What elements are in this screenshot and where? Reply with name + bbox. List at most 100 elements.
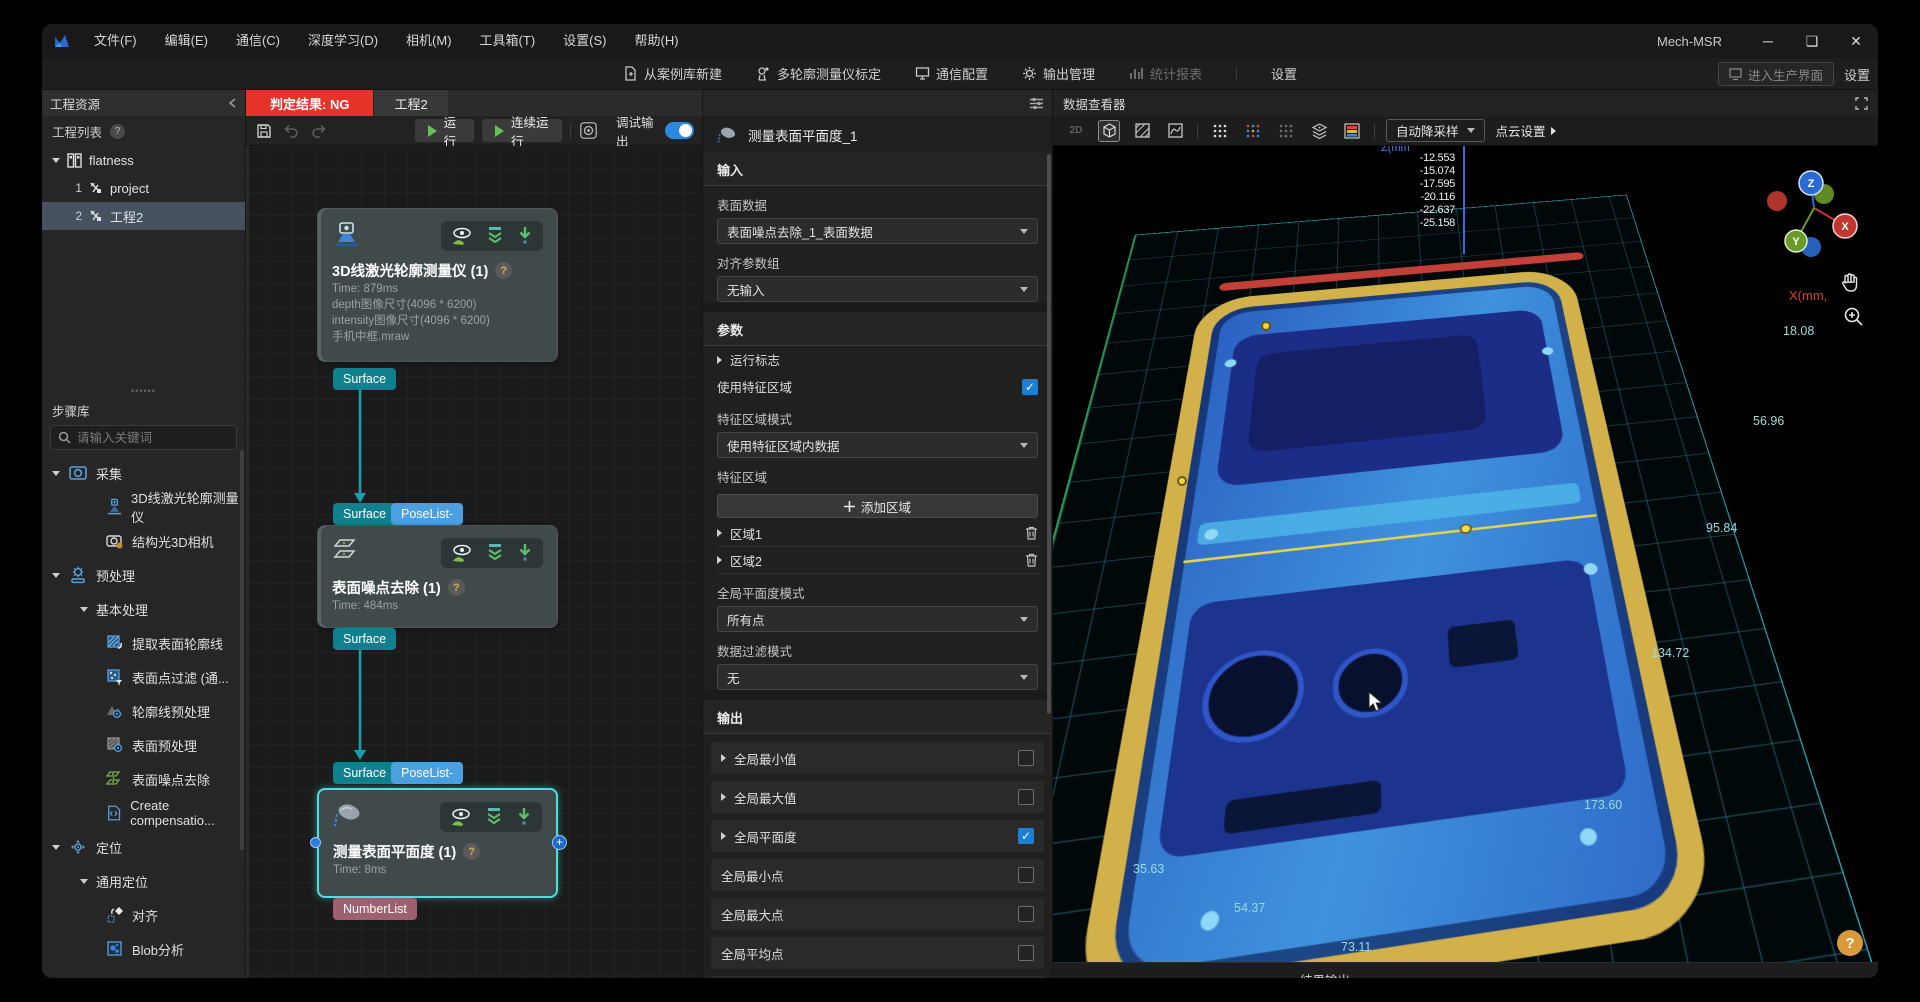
node-left-port[interactable]: [310, 837, 321, 848]
menu-edit[interactable]: 编辑(E): [151, 24, 222, 58]
redo-button[interactable]: [309, 120, 329, 142]
preview-eye-icon[interactable]: [451, 543, 473, 563]
settings-right-button[interactable]: 设置: [1844, 65, 1870, 84]
preview-eye-icon[interactable]: [451, 226, 473, 246]
project-item-selected[interactable]: 2 工程2: [42, 202, 245, 230]
profile-display-button[interactable]: [1164, 120, 1186, 142]
measure-point-marker[interactable]: [1261, 321, 1271, 331]
node-add-port[interactable]: +: [552, 835, 567, 850]
save-button[interactable]: [254, 120, 274, 142]
measure-point-marker[interactable]: [1177, 476, 1187, 486]
output-row-global-min-point[interactable]: 全局最小点: [711, 859, 1044, 891]
menu-file[interactable]: 文件(F): [80, 24, 151, 58]
output-checkbox[interactable]: [1018, 828, 1034, 844]
node-help-icon[interactable]: ?: [495, 262, 512, 279]
step-blob-analysis[interactable]: Blob分析: [42, 932, 245, 966]
step-group-locating[interactable]: 定位: [42, 830, 245, 864]
expand-panel-icon[interactable]: [1855, 97, 1868, 110]
search-input[interactable]: [77, 431, 217, 445]
viewport-3d[interactable]: Z(mm -12.553 -15.074 -17.595 -20.116 -22…: [1053, 146, 1878, 962]
points-white-button[interactable]: [1209, 120, 1231, 142]
run-flag-row[interactable]: 运行标志: [703, 346, 1052, 373]
tab-project2[interactable]: 工程2: [373, 90, 447, 116]
run-settings-button[interactable]: [578, 120, 598, 142]
chevron-down-icon[interactable]: [52, 471, 60, 476]
chevron-down-icon[interactable]: [52, 845, 60, 850]
output-port-numberlist[interactable]: NumberList: [333, 898, 417, 920]
menu-help[interactable]: 帮助(H): [621, 24, 693, 58]
height-map-button[interactable]: [1341, 120, 1363, 142]
pan-hand-icon[interactable]: [1839, 272, 1861, 294]
maximize-button[interactable]: ❑: [1790, 24, 1834, 58]
chevron-down-icon[interactable]: [80, 879, 88, 884]
global-flatness-mode-select[interactable]: 所有点: [717, 606, 1038, 632]
region2-row[interactable]: 区域2: [717, 547, 1038, 574]
collapse-panel-icon[interactable]: [228, 98, 237, 108]
menu-deep-learning[interactable]: 深度学习(D): [294, 24, 392, 58]
minimize-button[interactable]: ─: [1746, 24, 1790, 58]
use-feature-region-checkbox[interactable]: [1022, 379, 1038, 395]
run-continuous-button[interactable]: 连续运行: [482, 119, 562, 142]
chevron-down-icon[interactable]: [80, 607, 88, 612]
output-row-global-mean-point[interactable]: 全局平均点: [711, 937, 1044, 969]
node-laser-profiler[interactable]: 3D线激光轮廓测量仪 (1) ? Time: 879ms depth图像尺寸(4…: [317, 208, 558, 362]
output-row-global-max-point[interactable]: 全局最大点: [711, 898, 1044, 930]
step-surface-point-filter[interactable]: 表面点过滤 (通...: [42, 660, 245, 694]
node-noise-removal[interactable]: 表面噪点去除 (1) ? Time: 484ms: [317, 525, 558, 628]
zoom-icon[interactable]: [1843, 306, 1865, 328]
sidebar-scrollbar[interactable]: [240, 450, 244, 850]
chevron-right-icon[interactable]: [717, 556, 722, 564]
debug-output-toggle[interactable]: [665, 122, 694, 139]
menu-camera[interactable]: 相机(M): [392, 24, 466, 58]
data-filter-mode-select[interactable]: 无: [717, 664, 1038, 690]
output-checkbox[interactable]: [1018, 750, 1034, 766]
enter-production-button[interactable]: 进入生产界面: [1718, 62, 1834, 86]
step-laser-profiler[interactable]: 3D线激光轮廓测量仪: [42, 490, 245, 524]
step-create-compensation[interactable]: Create compensatio...: [42, 796, 245, 830]
surface-display-button[interactable]: [1131, 120, 1153, 142]
surface-data-select[interactable]: 表面噪点去除_1_表面数据: [717, 218, 1038, 244]
undo-button[interactable]: [282, 120, 302, 142]
communication-config-button[interactable]: 通信配置: [915, 64, 988, 83]
help-button[interactable]: ?: [1837, 930, 1863, 956]
download-output-icon[interactable]: [516, 807, 532, 827]
output-checkbox[interactable]: [1018, 789, 1034, 805]
profiler-calibration-button[interactable]: 多轮廓测量仪标定: [756, 64, 881, 83]
points-gray-button[interactable]: [1275, 120, 1297, 142]
step-structured-light-camera[interactable]: 结构光3D相机: [42, 524, 245, 558]
downsample-select[interactable]: 自动降采样: [1386, 119, 1485, 142]
output-row-global-max[interactable]: 全局最大值: [711, 781, 1044, 813]
panel-options-icon[interactable]: [1029, 97, 1044, 110]
step-profile-preprocess[interactable]: 轮廓线预处理: [42, 694, 245, 728]
validate-icon[interactable]: [484, 807, 504, 827]
menu-communication[interactable]: 通信(C): [222, 24, 294, 58]
layers-view-button[interactable]: [1308, 120, 1330, 142]
step-group-basic-processing[interactable]: 基本处理: [42, 592, 245, 626]
orientation-gizmo[interactable]: Z X Y: [1753, 160, 1873, 264]
output-row-global-min[interactable]: 全局最小值: [711, 742, 1044, 774]
step-group-general-locating[interactable]: 通用定位: [42, 864, 245, 898]
flow-canvas[interactable]: 3D线激光轮廓测量仪 (1) ? Time: 879ms depth图像尺寸(4…: [246, 146, 702, 978]
step-group-acquisition[interactable]: 采集: [42, 456, 245, 490]
output-checkbox[interactable]: [1018, 945, 1034, 961]
menu-toolbox[interactable]: 工具箱(T): [466, 24, 550, 58]
project-list-help-icon[interactable]: ?: [110, 124, 125, 139]
step-align[interactable]: 对齐: [42, 898, 245, 932]
chevron-down-icon[interactable]: [52, 573, 60, 578]
preview-eye-icon[interactable]: [450, 807, 472, 827]
validate-icon[interactable]: [485, 226, 505, 246]
add-region-button[interactable]: 添加区域: [717, 494, 1038, 518]
region1-row[interactable]: 区域1: [717, 520, 1038, 547]
statistics-report-button[interactable]: 统计报表: [1129, 64, 1202, 83]
output-checkbox[interactable]: [1018, 867, 1034, 883]
view-3d-button[interactable]: [1098, 120, 1120, 142]
chevron-right-icon[interactable]: [721, 793, 726, 801]
trash-icon[interactable]: [1025, 526, 1038, 540]
properties-scrollbar[interactable]: [1047, 154, 1051, 714]
project-item-project[interactable]: 1 project: [42, 174, 245, 202]
input-port-poselist[interactable]: PoseList-: [391, 503, 463, 525]
step-group-preprocessing[interactable]: 预处理: [42, 558, 245, 592]
align-group-select[interactable]: 无输入: [717, 276, 1038, 302]
step-surface-preprocess[interactable]: 表面预处理: [42, 728, 245, 762]
output-port-surface[interactable]: Surface: [333, 368, 396, 390]
